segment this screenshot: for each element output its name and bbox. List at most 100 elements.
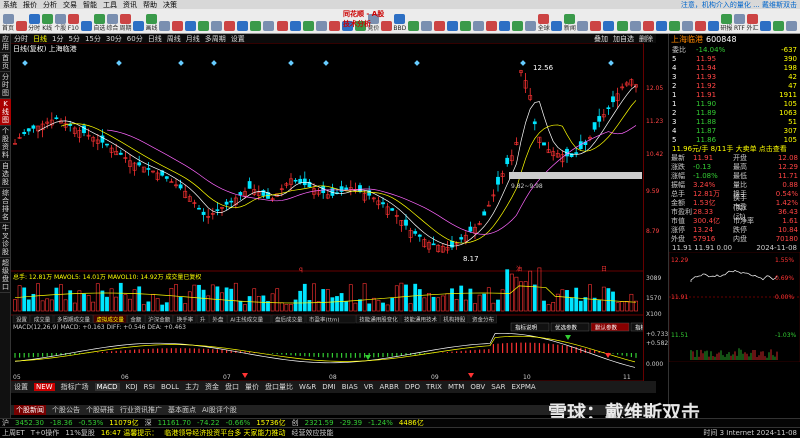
indicator-tab[interactable]: DPO — [405, 383, 420, 391]
toolbar-button[interactable] — [198, 10, 210, 32]
index-value[interactable]: 3452.30 — [15, 419, 44, 427]
indicator-tab[interactable]: ARBR — [380, 383, 399, 391]
toolbar-button[interactable] — [473, 10, 485, 32]
toolbar-button[interactable] — [132, 10, 144, 32]
period-tab[interactable]: 60分 — [127, 34, 143, 44]
period-tab[interactable]: 多周期 — [205, 34, 226, 44]
toolbar-button[interactable] — [250, 10, 262, 32]
period-tab[interactable]: 日线 — [33, 34, 47, 44]
indicator-tab[interactable]: W&R — [299, 383, 316, 391]
toolbar-button[interactable]: 新闻 — [564, 10, 576, 32]
period-tab[interactable]: 5分 — [68, 34, 79, 44]
indicator-tab[interactable]: 主力 — [185, 382, 199, 392]
toolbar-button[interactable] — [328, 10, 340, 32]
period-action[interactable]: 删除 — [639, 34, 653, 44]
ticker-item[interactable]: 临港领导经济投资平台多 天家能力推动 — [164, 428, 285, 438]
event-marker-icon[interactable] — [211, 60, 217, 66]
toolbar-button[interactable] — [263, 10, 275, 32]
tab-settings[interactable]: 设置 — [14, 382, 28, 392]
indicator-tab[interactable]: RSI — [144, 383, 155, 391]
news-tab[interactable]: 基本面点 — [168, 405, 196, 415]
toolbar-button[interactable] — [237, 10, 249, 32]
indicator-tab[interactable]: 量价 — [245, 382, 259, 392]
toolbar-button[interactable] — [407, 10, 419, 32]
ticker-item[interactable]: 经营效应技能 — [292, 428, 334, 438]
event-marker-icon[interactable] — [178, 60, 184, 66]
toolbar-button[interactable] — [15, 10, 27, 32]
event-marker-icon[interactable] — [22, 60, 28, 66]
indicator-tab[interactable]: MTM — [448, 383, 464, 391]
period-tab[interactable]: 1分 — [52, 34, 63, 44]
period-tab[interactable]: 分时 — [14, 34, 28, 44]
sidebar-item[interactable]: 分时图 — [0, 72, 11, 99]
toolbar-button[interactable]: 周期 — [119, 10, 131, 32]
event-marker-icon[interactable] — [116, 60, 122, 66]
index-value[interactable]: 11161.70 — [158, 419, 191, 427]
index-value[interactable]: 2321.59 — [305, 419, 334, 427]
toolbar-button[interactable]: 研报 — [720, 10, 732, 32]
toolbar-button[interactable] — [224, 10, 236, 32]
toolbar-button[interactable] — [172, 10, 184, 32]
toolbar-button[interactable] — [159, 10, 171, 32]
event-marker-icon[interactable] — [520, 60, 526, 66]
news-tab[interactable]: AI股评个股 — [202, 405, 237, 415]
toolbar-button[interactable]: F10 — [67, 10, 79, 32]
sidebar-item[interactable]: 应用 — [0, 34, 11, 53]
toolbar-button[interactable] — [315, 10, 327, 32]
indicator-tab[interactable]: OBV — [470, 383, 485, 391]
toolbar-button[interactable] — [499, 10, 511, 32]
period-action[interactable]: 加自选 — [613, 34, 634, 44]
indicator-tab[interactable]: BIAS — [342, 383, 358, 391]
sidebar-item[interactable]: 综合排名 — [0, 188, 11, 223]
toolbar-button[interactable] — [616, 10, 628, 32]
toolbar-button[interactable] — [551, 10, 563, 32]
toolbar-button[interactable]: 外汇 — [746, 10, 759, 32]
period-tab[interactable]: 周线 — [167, 34, 181, 44]
toolbar-button[interactable] — [681, 10, 693, 32]
indicator-tab[interactable]: EXPMA — [511, 383, 535, 391]
ticker-item[interactable]: 上周ET — [2, 428, 25, 438]
indicator-tab[interactable]: BOLL — [161, 383, 179, 391]
toolbar-button[interactable] — [486, 10, 498, 32]
sidebar-item[interactable]: 自选股 — [0, 161, 11, 188]
toolbar-button[interactable] — [446, 10, 458, 32]
toolbar-button[interactable] — [760, 10, 772, 32]
toolbar-button[interactable] — [603, 10, 615, 32]
toolbar-button[interactable] — [302, 10, 314, 32]
intraday-mini-chart[interactable]: 12.29 11.91 11.51 1.55% 0.69% 0.00% -1.03% — [668, 251, 800, 363]
toolbar-button[interactable]: 综合 — [106, 10, 118, 32]
toolbar-button[interactable]: BBD — [393, 10, 406, 32]
indicator-tab[interactable]: 指标广场 — [61, 382, 89, 392]
sidebar-item[interactable]: K线图 — [0, 99, 11, 126]
period-tab[interactable]: 15分 — [85, 34, 101, 44]
toolbar-button[interactable] — [512, 10, 524, 32]
ticker-item[interactable]: 16:47 温馨提示： — [101, 428, 158, 438]
toolbar-button[interactable]: 自选 — [93, 10, 105, 32]
toolbar-button[interactable] — [420, 10, 432, 32]
toolbar-button[interactable]: K线 — [41, 10, 53, 32]
period-action[interactable]: 叠加 — [594, 34, 608, 44]
event-marker-icon[interactable] — [288, 60, 294, 66]
toolbar-button[interactable] — [668, 10, 680, 32]
toolbar-button[interactable] — [577, 10, 589, 32]
indicator-tab[interactable]: TRIX — [426, 383, 442, 391]
ticker-item[interactable]: T+0操作 — [31, 428, 60, 438]
toolbar-button[interactable] — [289, 10, 301, 32]
indicator-tab[interactable]: 盘口 — [225, 382, 239, 392]
indicator-tab[interactable]: 资金 — [205, 382, 219, 392]
indicator-tab[interactable]: SAR — [491, 383, 505, 391]
event-marker-icon[interactable] — [608, 60, 614, 66]
toolbar-button[interactable] — [80, 10, 92, 32]
toolbar-button[interactable] — [433, 10, 445, 32]
period-tab[interactable]: 设置 — [231, 34, 245, 44]
ticker-item[interactable]: 11%复股 — [65, 428, 95, 438]
toolbar-button[interactable] — [773, 10, 785, 32]
indicator-tab[interactable]: KDJ — [126, 383, 138, 391]
sidebar-item[interactable]: 超级盘口 — [0, 258, 11, 293]
toolbar-button[interactable] — [694, 10, 706, 32]
toolbar-button[interactable] — [590, 10, 602, 32]
toolbar-button[interactable]: 首页 — [2, 10, 14, 32]
index-value[interactable]: -0.53% — [79, 419, 104, 427]
indicator-tab[interactable]: VR — [364, 383, 374, 391]
toolbar-button[interactable] — [185, 10, 197, 32]
